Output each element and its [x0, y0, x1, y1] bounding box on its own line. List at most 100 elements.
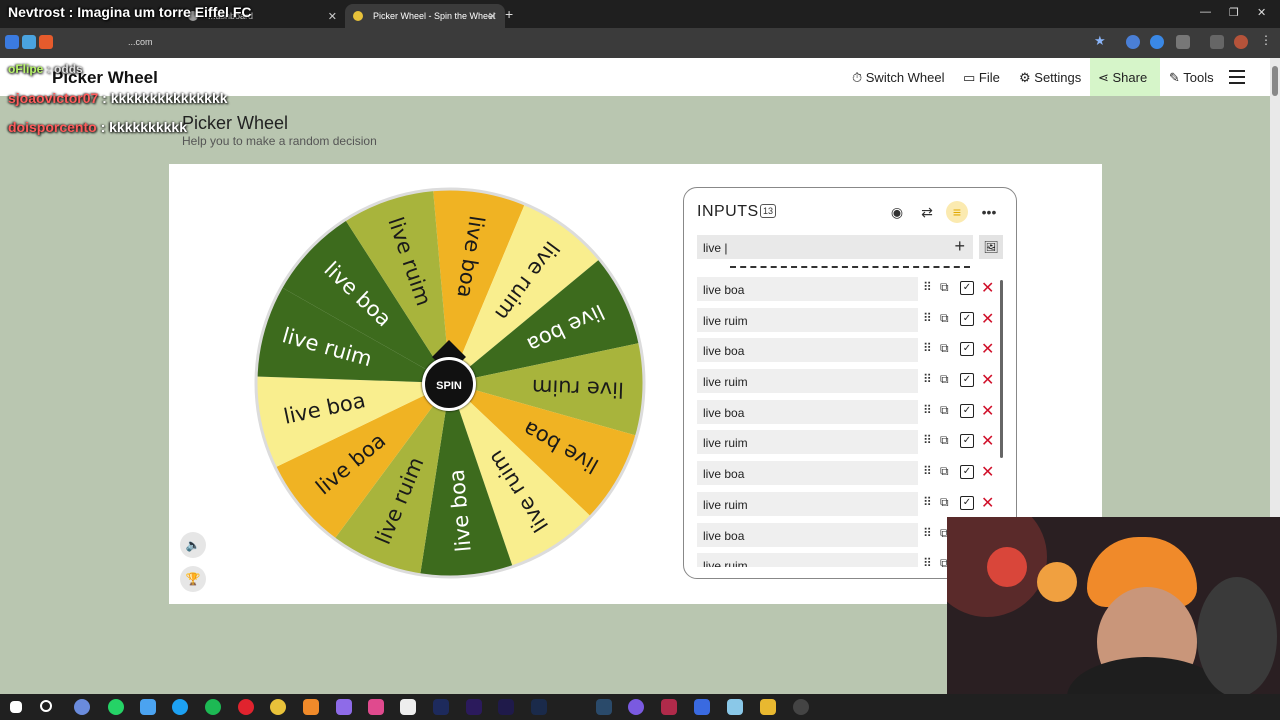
drag-handle-icon[interactable]: ⠿ — [923, 280, 932, 294]
share-button[interactable]: ⋖ Share — [1090, 58, 1160, 96]
include-checkbox[interactable]: ✓ — [960, 311, 974, 326]
new-tab-button[interactable]: + — [505, 6, 513, 22]
minimize-icon[interactable]: — — [1200, 6, 1211, 18]
drag-handle-icon[interactable]: ⠿ — [923, 311, 932, 325]
delete-item-icon[interactable]: ✕ — [981, 370, 994, 390]
extension-icon[interactable] — [39, 35, 53, 49]
duplicate-icon[interactable]: ⧉ — [940, 341, 949, 356]
image-upload-icon[interactable]: 🖼 — [979, 235, 1003, 259]
trophy-icon[interactable]: 🏆 — [180, 566, 206, 592]
input-list-item[interactable]: live boa ⠿ ⧉ ✓ ✕ — [697, 277, 1007, 301]
browser-tab-active[interactable]: Picker Wheel - Spin the Wheel ✕ — [345, 4, 505, 28]
more-options-icon[interactable]: ••• — [978, 201, 1000, 223]
url-field[interactable]: ...com — [128, 37, 153, 47]
delete-item-icon[interactable]: ✕ — [981, 462, 994, 482]
spin-button[interactable]: SPIN — [422, 357, 476, 411]
delete-item-icon[interactable]: ✕ — [981, 339, 994, 359]
app-icon[interactable] — [793, 699, 809, 715]
app-icon[interactable] — [694, 699, 710, 715]
input-item-label[interactable]: live ruim — [697, 430, 918, 455]
file-explorer-icon[interactable] — [760, 699, 776, 715]
include-checkbox[interactable]: ✓ — [960, 342, 974, 357]
duplicate-icon[interactable]: ⧉ — [940, 464, 949, 479]
more-menu-icon[interactable]: ⋮ — [1260, 33, 1274, 47]
premiere-icon[interactable] — [466, 699, 482, 715]
input-item-label[interactable]: live boa — [697, 277, 918, 301]
bookmark-star-icon[interactable]: ★ — [1094, 33, 1106, 49]
duplicate-icon[interactable]: ⧉ — [940, 403, 949, 418]
hamburger-menu-icon[interactable] — [1229, 70, 1245, 84]
input-list-item[interactable]: live ruim ⠿ ⧉ ✓ ✕ — [697, 369, 1007, 394]
add-entry-icon[interactable]: + — [954, 236, 965, 257]
app-icon[interactable] — [74, 699, 90, 715]
input-list-item[interactable]: live boa ⠿ ⧉ ✓ ✕ — [697, 338, 1007, 363]
input-item-label[interactable]: live boa — [697, 461, 918, 486]
input-item-label[interactable]: live boa — [697, 399, 918, 424]
sound-toggle-icon[interactable]: 🔈 — [180, 532, 206, 558]
reading-list-icon[interactable] — [1210, 35, 1224, 49]
tools-button[interactable]: ✎ Tools — [1161, 58, 1222, 96]
extension-icon[interactable] — [22, 35, 36, 49]
windows-start-icon[interactable] — [10, 701, 22, 713]
input-list-item[interactable]: live ruim ⠿ ⧉ ✓ ✕ — [697, 430, 1007, 455]
input-list-item[interactable]: live boa ⠿ ⧉ ✓ ✕ — [697, 399, 1007, 424]
include-checkbox[interactable]: ✓ — [960, 403, 974, 418]
input-item-label[interactable]: live boa — [697, 338, 918, 363]
after-effects-icon[interactable] — [498, 699, 514, 715]
drag-handle-icon[interactable]: ⠿ — [923, 526, 932, 540]
settings-button[interactable]: ⚙ Settings — [1011, 58, 1089, 96]
include-checkbox[interactable]: ✓ — [960, 281, 974, 295]
list-view-icon[interactable]: ≡ — [946, 201, 968, 223]
delete-item-icon[interactable]: ✕ — [981, 401, 994, 421]
duplicate-icon[interactable]: ⧉ — [940, 280, 949, 295]
app-icon[interactable] — [727, 699, 743, 715]
maximize-icon[interactable]: ❐ — [1229, 6, 1239, 19]
app-icon[interactable] — [303, 699, 319, 715]
app-icon[interactable] — [368, 699, 384, 715]
app-icon[interactable] — [628, 699, 644, 715]
extensions-puzzle-icon[interactable] — [1176, 35, 1190, 49]
app-icon[interactable] — [336, 699, 352, 715]
input-item-label[interactable]: live ruim — [697, 553, 918, 567]
file-button[interactable]: ▭ File — [955, 58, 1008, 96]
spotify-icon[interactable] — [205, 699, 221, 715]
chrome-icon[interactable] — [270, 699, 286, 715]
delete-item-icon[interactable]: ✕ — [981, 493, 994, 513]
extension-icon[interactable] — [1150, 35, 1164, 49]
photoshop-icon[interactable] — [433, 699, 449, 715]
duplicate-icon[interactable]: ⧉ — [940, 495, 949, 510]
app-icon[interactable] — [661, 699, 677, 715]
drag-handle-icon[interactable]: ⠿ — [923, 372, 932, 386]
input-item-label[interactable]: live ruim — [697, 491, 918, 516]
close-window-icon[interactable]: ✕ — [1257, 6, 1266, 19]
steam-icon[interactable] — [596, 699, 612, 715]
notion-icon[interactable] — [400, 699, 416, 715]
input-list-item[interactable]: live ruim ⠿ ⧉ ✓ ✕ — [697, 491, 1007, 516]
opera-icon[interactable] — [238, 699, 254, 715]
extension-icon[interactable] — [5, 35, 19, 49]
include-checkbox[interactable]: ✓ — [960, 434, 974, 449]
include-checkbox[interactable]: ✓ — [960, 465, 974, 480]
duplicate-icon[interactable]: ⧉ — [940, 311, 949, 326]
profile-avatar[interactable] — [1234, 35, 1248, 49]
switch-wheel-button[interactable]: ⏱ Switch Wheel — [844, 58, 953, 96]
input-list-item[interactable]: live ruim ⠿ ⧉ ✓ ✕ — [697, 307, 1007, 332]
close-tab-icon[interactable]: ✕ — [328, 10, 337, 23]
close-tab-icon[interactable]: ✕ — [488, 10, 497, 23]
app-icon[interactable] — [140, 699, 156, 715]
drag-handle-icon[interactable]: ⠿ — [923, 403, 932, 417]
drag-handle-icon[interactable]: ⠿ — [923, 433, 932, 447]
input-item-label[interactable]: live ruim — [697, 307, 918, 332]
input-item-label[interactable]: live ruim — [697, 369, 918, 394]
include-checkbox[interactable]: ✓ — [960, 373, 974, 388]
whatsapp-icon[interactable] — [108, 699, 124, 715]
input-list-item[interactable]: live boa ⠿ ⧉ ✓ ✕ — [697, 461, 1007, 486]
edge-icon[interactable] — [172, 699, 188, 715]
drag-handle-icon[interactable]: ⠿ — [923, 464, 932, 478]
delete-item-icon[interactable]: ✕ — [981, 278, 994, 298]
eye-icon[interactable]: ◉ — [886, 201, 908, 223]
duplicate-icon[interactable]: ⧉ — [940, 433, 949, 448]
drag-handle-icon[interactable]: ⠿ — [923, 341, 932, 355]
delete-item-icon[interactable]: ✕ — [981, 309, 994, 329]
drag-handle-icon[interactable]: ⠿ — [923, 495, 932, 509]
